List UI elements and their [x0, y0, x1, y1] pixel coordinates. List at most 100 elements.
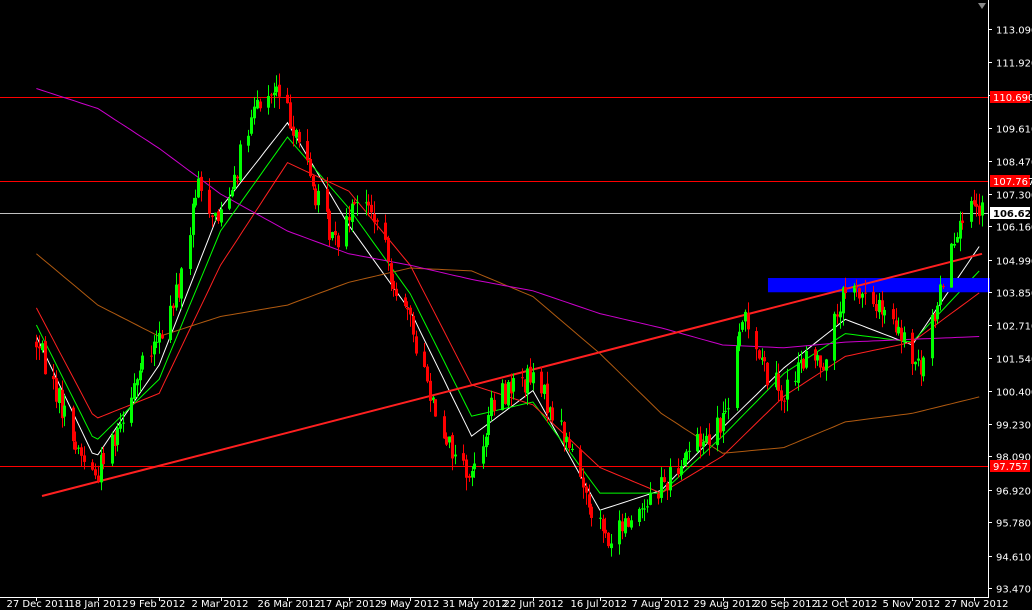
candle-body	[688, 450, 691, 452]
candle-body	[55, 378, 58, 402]
candle-body	[161, 334, 164, 339]
candle-body	[705, 435, 708, 443]
candle-body	[546, 383, 549, 414]
candle-body	[208, 189, 211, 214]
candle	[501, 379, 504, 411]
candle-body	[816, 355, 819, 361]
candle-body	[44, 341, 47, 375]
candle-body	[666, 483, 669, 491]
candle-body	[286, 94, 289, 104]
candle-body	[211, 215, 214, 218]
candle-body	[200, 176, 203, 191]
candle-body	[630, 520, 633, 528]
candle-body	[63, 405, 66, 417]
candle-body	[233, 174, 236, 190]
candle-body	[247, 135, 250, 146]
candle-body	[736, 345, 739, 409]
candle-body	[624, 518, 627, 534]
candle-body	[529, 366, 532, 383]
candle-body	[493, 399, 496, 411]
candle-body	[565, 436, 568, 443]
candle-body	[763, 357, 766, 362]
candle-body	[141, 355, 144, 370]
candle-body	[94, 469, 97, 476]
candle-body	[473, 463, 476, 470]
candle-body	[716, 417, 719, 446]
candle-body	[959, 220, 962, 239]
candle-body	[278, 84, 281, 97]
candle-body	[585, 486, 588, 493]
candle-body	[153, 341, 156, 355]
candle-body	[722, 413, 725, 432]
candle-body	[295, 130, 298, 138]
candle-body	[217, 211, 220, 222]
candle-body	[482, 446, 485, 464]
candle-body	[231, 190, 234, 197]
price-tick-label: 103.850	[996, 289, 1032, 300]
candle-body	[52, 376, 55, 380]
price-tick-label: 100.400	[996, 388, 1032, 399]
candle-body	[471, 470, 474, 478]
candle-body	[253, 106, 256, 119]
candle-body	[376, 220, 379, 222]
price-tick-label: 102.710	[996, 322, 1032, 333]
candle-body	[521, 377, 524, 379]
candle-body	[41, 343, 44, 351]
candle-body	[102, 452, 105, 465]
candle-body	[663, 477, 666, 482]
candle-body	[220, 209, 223, 223]
time-tick-label: 2 Mar 2012	[192, 599, 249, 610]
candle-body	[406, 307, 409, 310]
candle-body	[744, 311, 747, 322]
candle-body	[462, 453, 465, 461]
candle-body	[677, 468, 680, 475]
candle-body	[409, 307, 412, 315]
candle-body	[610, 543, 613, 549]
candle-body	[239, 144, 242, 181]
candle-body	[643, 508, 646, 510]
candle-body	[384, 222, 387, 240]
candle-body	[136, 379, 139, 386]
price-tick-label: 106.160	[996, 223, 1032, 234]
candle	[434, 399, 437, 417]
candle-body	[903, 332, 906, 343]
forex-chart[interactable]: 113.090111.920110.780109.610108.470107.3…	[0, 0, 1032, 610]
candle-body	[348, 216, 351, 221]
candle-body	[607, 532, 610, 547]
candle	[627, 516, 630, 528]
candle-body	[292, 126, 295, 136]
candle-body	[646, 506, 649, 508]
candle-body	[936, 305, 939, 320]
candle	[507, 379, 510, 408]
candle-body	[858, 288, 861, 299]
candle-body	[878, 299, 881, 313]
time-tick-label: 16 Jul 2012	[571, 599, 628, 610]
candle-body	[543, 384, 546, 394]
candle-body	[83, 455, 86, 462]
candle-body	[956, 237, 959, 243]
candle-body	[256, 99, 259, 109]
candle-body	[526, 368, 529, 394]
price-tick-label: 95.780	[996, 519, 1031, 530]
candle-body	[275, 86, 278, 93]
candle	[950, 242, 953, 288]
candle-body	[702, 441, 705, 447]
candle-body	[588, 494, 591, 508]
chart-canvas[interactable]: 113.090111.920110.780109.610108.470107.3…	[0, 0, 1032, 610]
candle-body	[942, 286, 945, 288]
candle-body	[900, 327, 903, 341]
candle-body	[532, 372, 535, 384]
candle-body	[875, 304, 878, 312]
candle-body	[819, 355, 822, 368]
candle-body	[864, 292, 867, 294]
candle-body	[80, 447, 83, 456]
candle-body	[961, 220, 964, 223]
candle-body	[485, 436, 488, 448]
candle-body	[445, 436, 448, 445]
candle-body	[337, 235, 340, 248]
candle	[758, 349, 761, 360]
candle-body	[423, 351, 426, 367]
candle-body	[777, 373, 780, 391]
candle-body	[387, 237, 390, 262]
candle-body	[599, 517, 602, 519]
